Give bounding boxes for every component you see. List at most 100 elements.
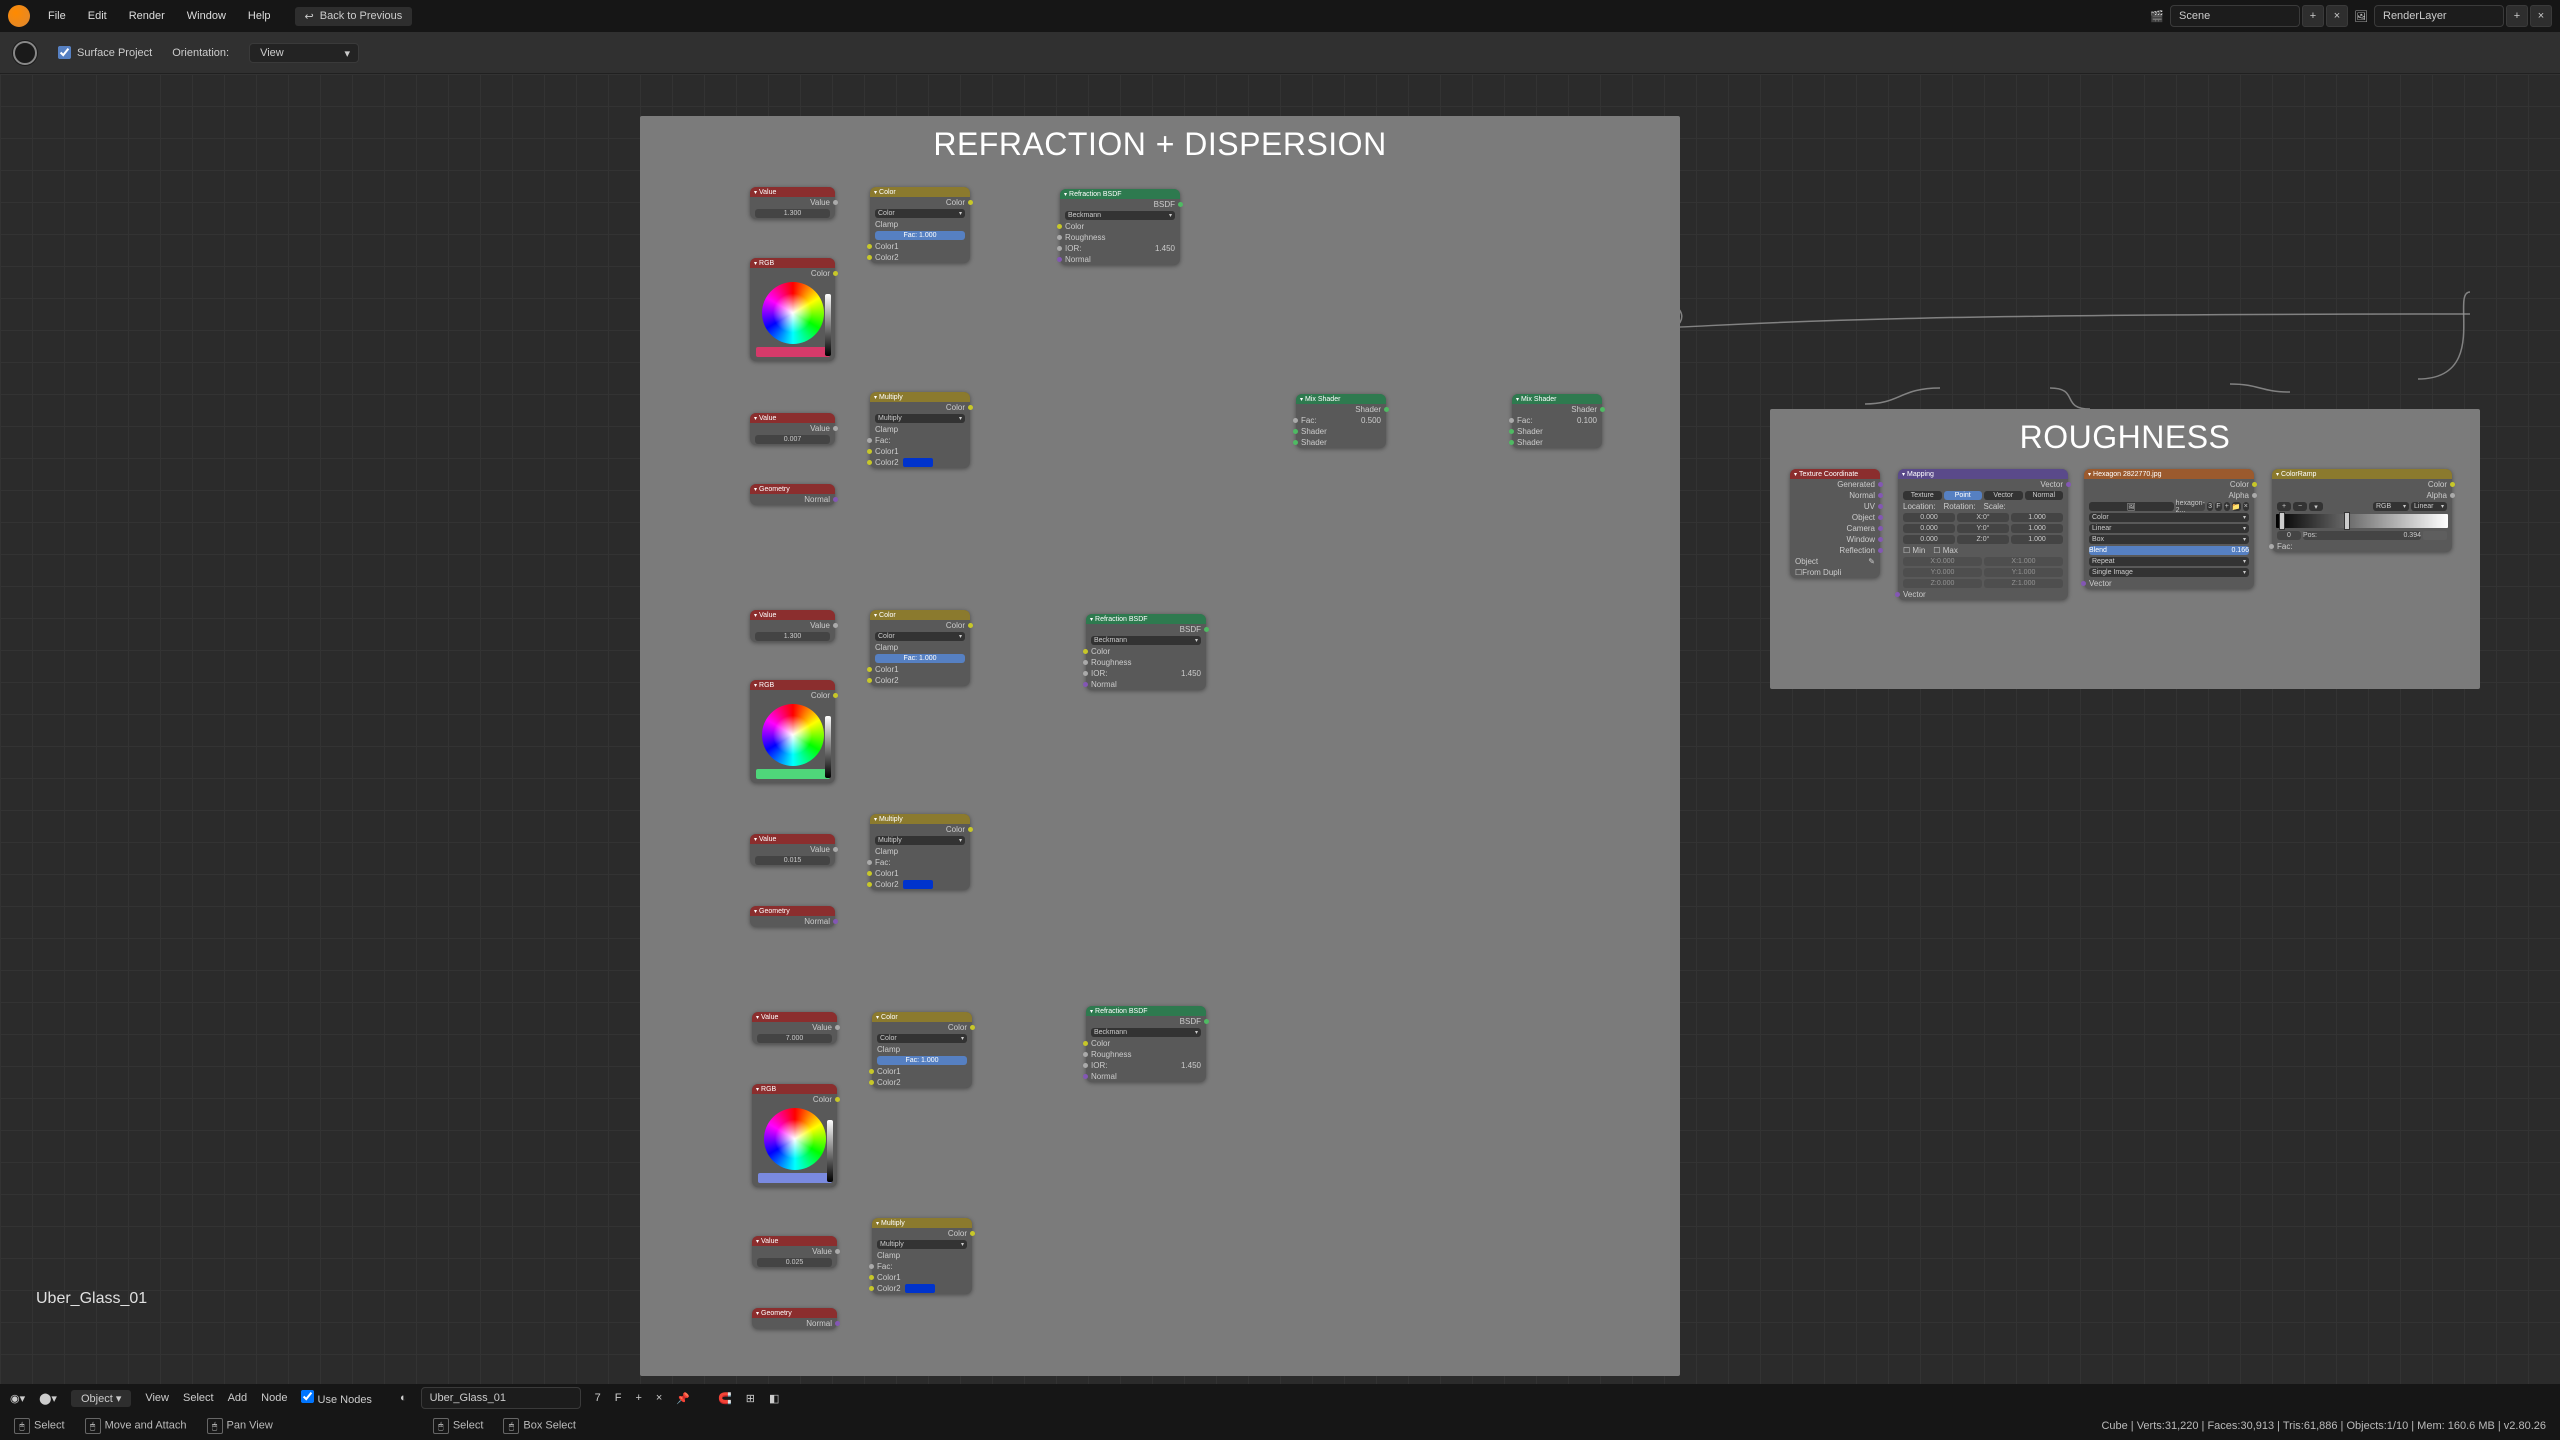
scene-delete-button[interactable]: × xyxy=(2326,5,2348,27)
node-rgb-2[interactable]: ▾RGB Color xyxy=(750,680,835,783)
node-value-6[interactable]: ▾Value Value 0.025 xyxy=(752,1236,837,1268)
color-swatch[interactable] xyxy=(903,458,933,467)
menu-add[interactable]: Add xyxy=(228,1392,248,1404)
rgb-swatch-3[interactable] xyxy=(758,1173,832,1183)
nh-label: RGB xyxy=(759,260,774,267)
node-editor-canvas[interactable]: REFRACTION + DISPERSION ▾Value Value 1.3… xyxy=(0,74,2560,1384)
node-mixrgb-color-2[interactable]: ▾Color Color Color Clamp Fac: 1.000 Colo… xyxy=(870,610,970,686)
rgb-swatch-1[interactable] xyxy=(756,347,830,357)
menu-file[interactable]: File xyxy=(38,6,76,26)
eyedropper-icon[interactable]: ✎ xyxy=(1868,557,1875,566)
menu-node[interactable]: Node xyxy=(261,1392,287,1404)
node-value-1[interactable]: ▾Value Value 1.300 xyxy=(750,187,835,219)
renderlayer-field[interactable]: RenderLayer xyxy=(2374,5,2504,27)
node-mixrgb-multiply-2[interactable]: ▾Multiply Color Multiply Clamp Fac: Colo… xyxy=(870,814,970,890)
status-bar: 🖱Select 🖱Move and Attach 🖱Pan View 🖱Sele… xyxy=(0,1412,2560,1440)
shader-type-icon[interactable]: ⬤▾ xyxy=(39,1392,57,1405)
node-value-4[interactable]: ▾Value Value 0.015 xyxy=(750,834,835,866)
node-mix-shader-2[interactable]: ▾Mix Shader Shader Fac:0.100 Shader Shad… xyxy=(1512,394,1602,448)
image-browse[interactable]: 🖼 xyxy=(2089,502,2174,511)
node-geometry-2[interactable]: ▾Geometry Normal xyxy=(750,906,835,927)
use-nodes-toggle[interactable]: Use Nodes xyxy=(301,1390,371,1406)
mouse-middle-icon: 🖱 xyxy=(85,1418,101,1434)
surface-project-toggle[interactable]: Surface Project xyxy=(58,46,152,59)
node-value-2[interactable]: ▾Value Value 0.007 xyxy=(750,413,835,445)
value-field[interactable]: 0.015 xyxy=(755,856,830,865)
material-icon[interactable]: ◐ xyxy=(400,1392,407,1404)
value-field[interactable]: 0.007 xyxy=(755,435,830,444)
color-wheel[interactable] xyxy=(764,1108,826,1170)
image-name-field[interactable]: hexagon-2... xyxy=(2176,502,2205,511)
renderlayer-delete-button[interactable]: × xyxy=(2530,5,2552,27)
node-mixrgb-color-1[interactable]: ▾Color Color Color Clamp Fac: 1.000 Colo… xyxy=(870,187,970,263)
pin-button[interactable]: 📌 xyxy=(676,1392,690,1405)
menu-select[interactable]: Select xyxy=(183,1392,214,1404)
node-mix-shader-1[interactable]: ▾Mix Shader Shader Fac:0.500 Shader Shad… xyxy=(1296,394,1386,448)
scene-stats: Cube | Verts:31,220 | Faces:30,913 | Tri… xyxy=(2101,1420,2546,1432)
material-name-field[interactable]: Uber_Glass_01 xyxy=(421,1387,581,1409)
orientation-label: Orientation: xyxy=(172,47,229,59)
back-label: Back to Previous xyxy=(320,10,403,22)
node-mixrgb-color-3[interactable]: ▾Color Color Color Clamp Fac: 1.000 Colo… xyxy=(872,1012,972,1088)
node-colorramp[interactable]: ▾ColorRamp Color Alpha + − ▾ RGB Linear … xyxy=(2272,469,2452,552)
node-editor-header: ◉▾ ⬤▾ Object ▾ View Select Add Node Use … xyxy=(0,1384,2560,1412)
node-geometry-1[interactable]: ▾Geometry Normal xyxy=(750,484,835,505)
use-nodes-checkbox[interactable] xyxy=(301,1390,314,1403)
menu-view[interactable]: View xyxy=(145,1392,169,1404)
value-field[interactable]: 1.300 xyxy=(755,632,830,641)
mode-dropdown[interactable]: Object ▾ xyxy=(71,1390,131,1407)
fac-field[interactable]: Fac: 1.000 xyxy=(875,231,965,240)
overlay-button[interactable]: ◧ xyxy=(769,1392,779,1405)
menu-help[interactable]: Help xyxy=(238,6,281,26)
surface-project-checkbox[interactable] xyxy=(58,46,71,59)
scene-name-field[interactable]: Scene xyxy=(2170,5,2300,27)
orientation-dropdown[interactable]: View xyxy=(249,43,359,63)
distribution-dropdown[interactable]: Beckmann xyxy=(1065,211,1175,220)
scene-new-button[interactable]: + xyxy=(2302,5,2324,27)
material-new-button[interactable]: + xyxy=(635,1392,641,1404)
colorramp-gradient[interactable] xyxy=(2276,514,2448,528)
node-mixrgb-multiply-1[interactable]: ▾Multiply Color Multiply Clamp Fac: Colo… xyxy=(870,392,970,468)
menu-render[interactable]: Render xyxy=(119,6,175,26)
color-wheel[interactable] xyxy=(762,282,824,344)
back-to-previous-button[interactable]: ↩ Back to Previous xyxy=(295,7,413,26)
node-refraction-bsdf-3[interactable]: ▾Refraction BSDF BSDF Beckmann Color Rou… xyxy=(1086,1006,1206,1082)
cursor-gizmo-icon[interactable] xyxy=(12,40,38,66)
node-refraction-bsdf-2[interactable]: ▾Refraction BSDF BSDF Beckmann Color Rou… xyxy=(1086,614,1206,690)
node-texture-coordinate[interactable]: ▾Texture Coordinate Generated Normal UV … xyxy=(1790,469,1880,578)
node-geometry-3[interactable]: ▾Geometry Normal xyxy=(752,1308,837,1329)
node-mixrgb-multiply-3[interactable]: ▾Multiply Color Multiply Clamp Fac: Colo… xyxy=(872,1218,972,1294)
node-mapping[interactable]: ▾Mapping Vector TexturePointVectorNormal… xyxy=(1898,469,2068,600)
snap-type-button[interactable]: ⊞ xyxy=(746,1392,755,1405)
color-out[interactable]: Color xyxy=(750,268,835,279)
material-name-overlay: Uber_Glass_01 xyxy=(36,1290,147,1308)
blend-mode-dropdown[interactable]: Color xyxy=(875,209,965,218)
rgb-swatch-2[interactable] xyxy=(756,769,830,779)
editor-type-icon[interactable]: ◉▾ xyxy=(10,1392,25,1405)
value-field[interactable]: 1.300 xyxy=(755,209,830,218)
menu-edit[interactable]: Edit xyxy=(78,6,117,26)
color-wheel[interactable] xyxy=(762,704,824,766)
node-rgb-3[interactable]: ▾RGB Color xyxy=(752,1084,837,1187)
nh-label: Value xyxy=(759,189,776,196)
colorramp-stop-0[interactable] xyxy=(2279,512,2285,530)
blend-mode-dropdown[interactable]: Multiply xyxy=(875,414,965,423)
app-logo xyxy=(8,5,30,27)
snap-button[interactable]: 🧲 xyxy=(718,1392,732,1405)
material-users[interactable]: 7 xyxy=(595,1392,601,1404)
node-rgb-1[interactable]: ▾RGB Color xyxy=(750,258,835,361)
material-delete-button[interactable]: × xyxy=(656,1392,662,1404)
renderlayer-new-button[interactable]: + xyxy=(2506,5,2528,27)
node-refraction-bsdf-1[interactable]: ▾Refraction BSDF BSDF Beckmann Color Rou… xyxy=(1060,189,1180,265)
node-image-texture[interactable]: ▾Hexagon 2822770.jpg Color Alpha 🖼hexago… xyxy=(2084,469,2254,589)
value-output[interactable]: Value xyxy=(750,197,835,208)
stop-color-swatch[interactable] xyxy=(2423,531,2447,540)
node-value-3[interactable]: ▾Value Value 1.300 xyxy=(750,610,835,642)
value-slider[interactable] xyxy=(825,294,831,356)
colorramp-stop-1[interactable] xyxy=(2344,512,2350,530)
material-fake-user[interactable]: F xyxy=(615,1392,622,1404)
node-value-5[interactable]: ▾Value Value 7.000 xyxy=(752,1012,837,1044)
surface-project-label: Surface Project xyxy=(77,47,152,59)
value-slider[interactable] xyxy=(825,716,831,778)
menu-window[interactable]: Window xyxy=(177,6,236,26)
